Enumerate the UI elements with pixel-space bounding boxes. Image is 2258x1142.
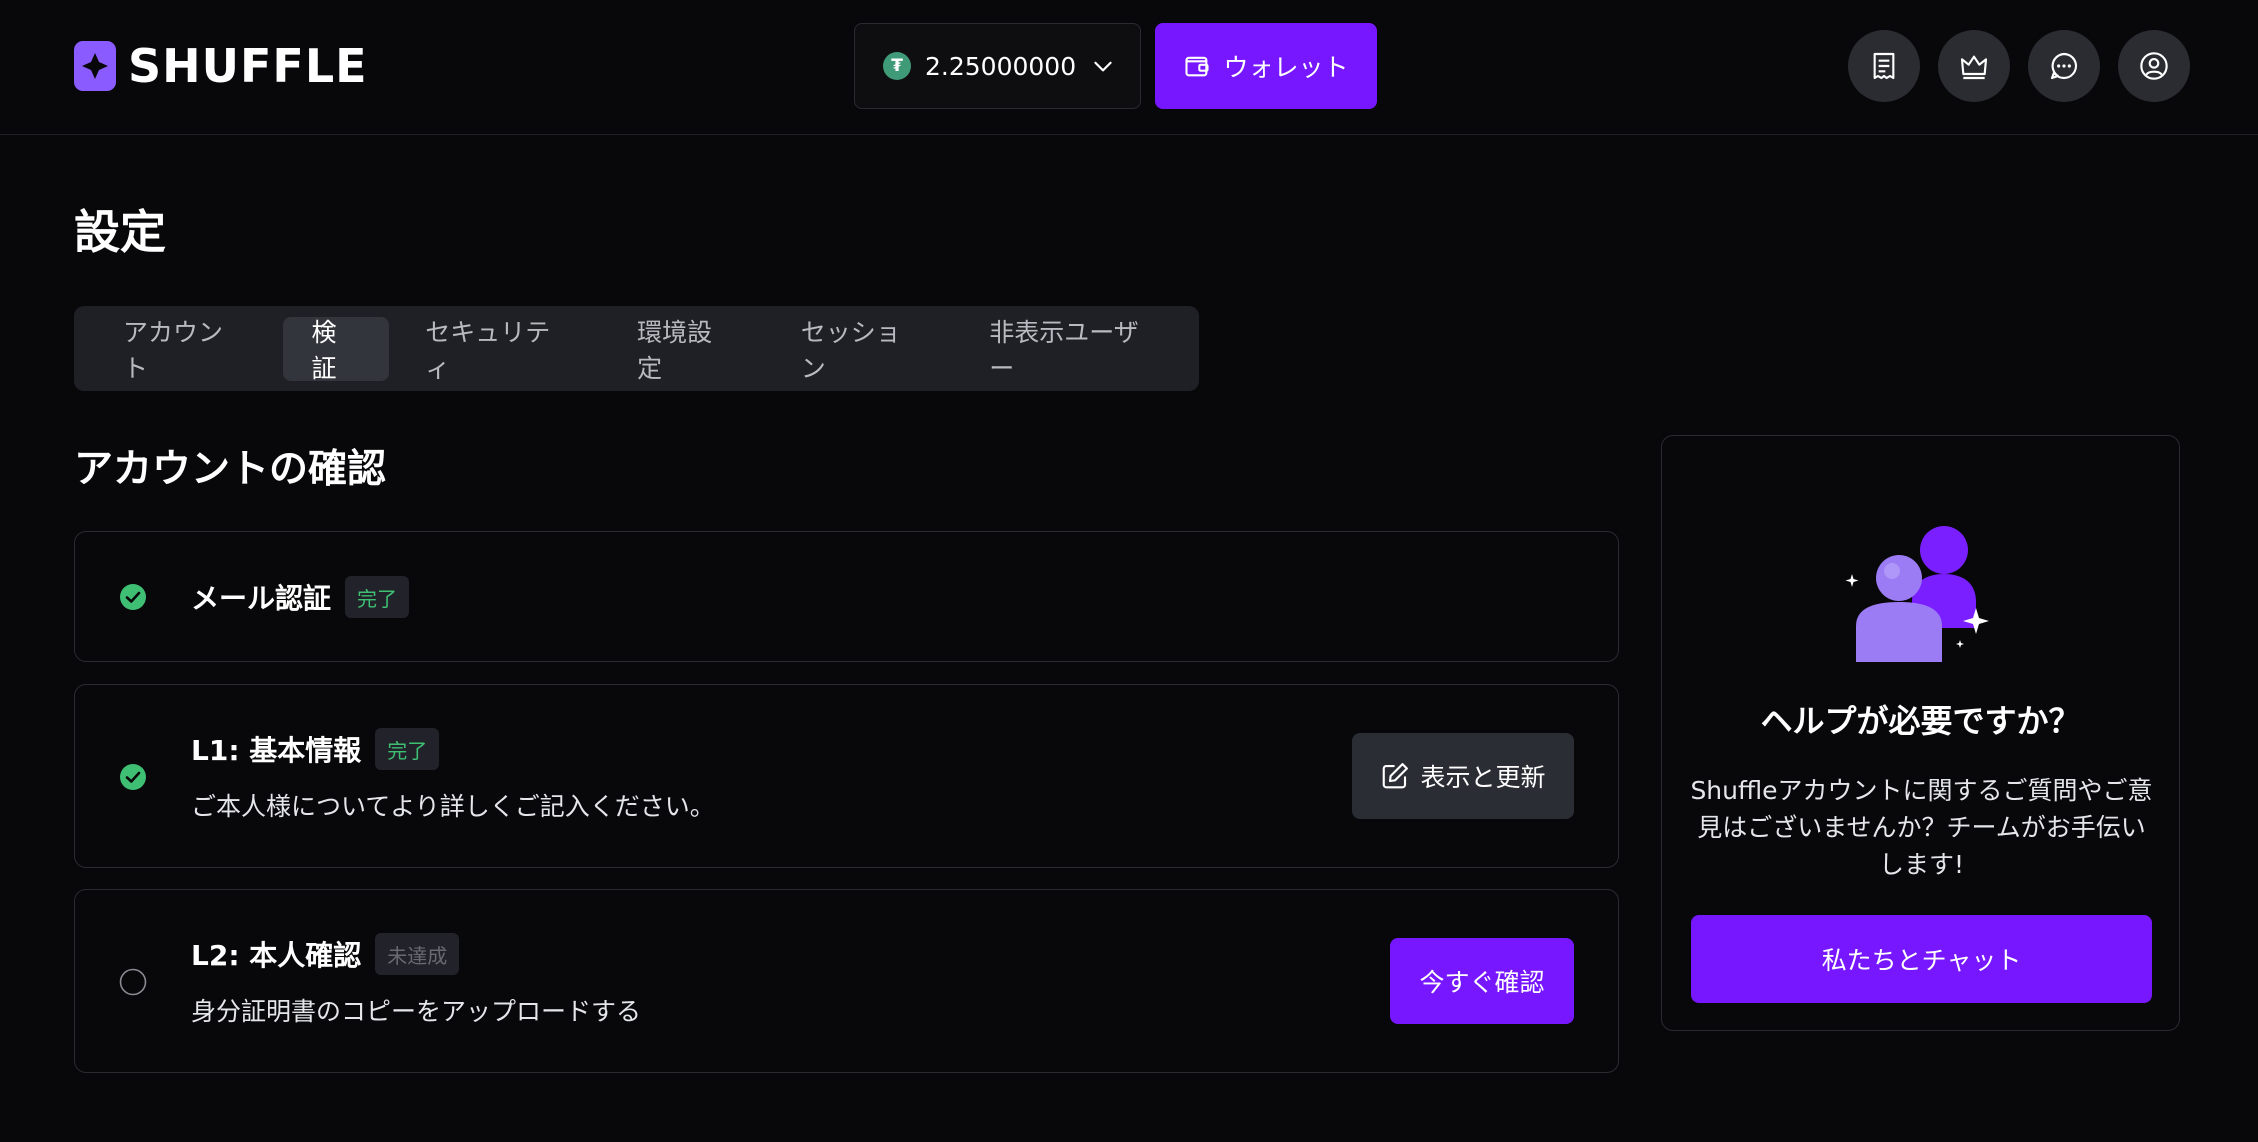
chat-button[interactable] — [2028, 30, 2100, 102]
wallet-button[interactable]: ウォレット — [1155, 23, 1377, 109]
check-circle-icon — [120, 584, 146, 610]
help-text: Shuffleアカウントに関するご質問やご意 見はございませんか？チームがお手伝… — [1688, 772, 2155, 883]
item-title-text: L2: 本人確認 — [191, 939, 362, 972]
wallet-label: ウォレット — [1223, 53, 1349, 82]
chat-icon — [2050, 52, 2078, 80]
section-title: アカウントの確認 — [74, 447, 387, 492]
tab-security[interactable]: セキュリティ — [397, 317, 601, 383]
balance-amount: 2.25000000 — [925, 51, 1077, 81]
chevron-down-icon — [1094, 61, 1112, 72]
empty-circle-icon — [119, 968, 147, 996]
item-description: 身分証明書のコピーをアップロードする — [191, 997, 642, 1026]
edit-icon — [1383, 763, 1409, 789]
tab-sessions[interactable]: セッション — [773, 317, 953, 383]
settings-tabs: アカウント 検証 セキュリティ 環境設定 セッション 非表示ユーザー — [74, 306, 1199, 391]
item-title: L1: 基本情報 完了 — [191, 728, 440, 770]
balance-selector[interactable]: ₮ 2.25000000 — [854, 23, 1141, 109]
view-update-button[interactable]: 表示と更新 — [1352, 733, 1574, 819]
crown-icon — [1960, 55, 1988, 80]
verify-now-button[interactable]: 今すぐ確認 — [1390, 938, 1574, 1024]
item-title: L2: 本人確認 未達成 — [191, 933, 460, 975]
support-team-illustration — [1845, 526, 1989, 662]
tab-account[interactable]: アカウント — [95, 317, 275, 383]
chat-with-us-label: 私たちとチャット — [1821, 946, 2022, 975]
verification-item-l1: L1: 基本情報 完了 ご本人様についてより詳しくご記入ください。 表示と更新 — [74, 684, 1619, 868]
help-text-line: します! — [1878, 850, 1965, 879]
tab-verification[interactable]: 検証 — [283, 316, 390, 383]
item-title-text: L1: 基本情報 — [191, 734, 362, 767]
help-title: ヘルプが必要ですか？ — [1760, 702, 2081, 740]
page-title: 設定 — [74, 205, 166, 259]
brand-name: SHUFFLE — [128, 39, 368, 93]
verification-item-l2: L2: 本人確認 未達成 身分証明書のコピーをアップロードする 今すぐ確認 — [74, 889, 1619, 1073]
status-badge: 完了 — [375, 728, 440, 770]
help-panel: ヘルプが必要ですか？ Shuffleアカウントに関するご質問やご意 見はございま… — [1661, 435, 2180, 1031]
help-text-line: 見はございませんか？チームがお手伝い — [1697, 813, 2146, 842]
view-update-label: 表示と更新 — [1420, 763, 1546, 792]
chat-with-us-button[interactable]: 私たちとチャット — [1691, 915, 2152, 1003]
check-circle-icon — [120, 764, 146, 790]
vip-button[interactable] — [1938, 30, 2010, 102]
user-icon — [2140, 52, 2168, 80]
item-title-text: メール認証 — [191, 582, 332, 615]
help-text-line: Shuffleアカウントに関するご質問やご意 — [1690, 776, 2153, 805]
receipt-icon — [1873, 52, 1895, 80]
top-header: SHUFFLE ₮ 2.25000000 ウォレット — [0, 0, 2258, 135]
verification-item-email: メール認証 完了 — [74, 531, 1619, 662]
status-badge: 未達成 — [375, 933, 460, 975]
tab-preferences[interactable]: 環境設定 — [609, 317, 765, 383]
status-badge: 完了 — [345, 576, 410, 618]
transactions-button[interactable] — [1848, 30, 1920, 102]
item-title: メール認証 完了 — [191, 576, 410, 618]
verify-now-label: 今すぐ確認 — [1419, 968, 1545, 997]
tether-icon: ₮ — [883, 52, 911, 80]
wallet-icon — [1185, 56, 1210, 77]
shuffle-logo[interactable]: SHUFFLE — [74, 39, 368, 93]
item-description: ご本人様についてより詳しくご記入ください。 — [191, 792, 715, 821]
profile-button[interactable] — [2118, 30, 2190, 102]
shuffle-logo-icon — [74, 41, 116, 91]
tab-hidden-users[interactable]: 非表示ユーザー — [961, 317, 1191, 383]
